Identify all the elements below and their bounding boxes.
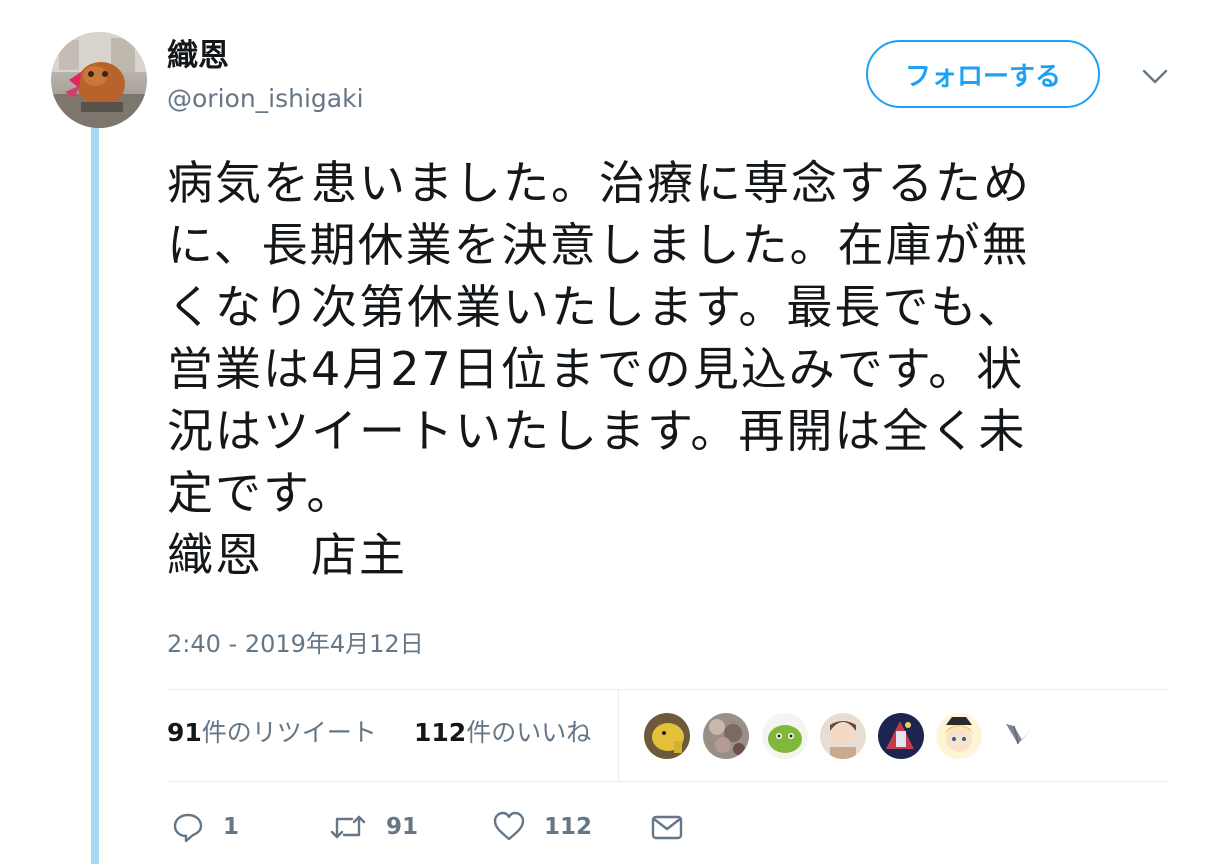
like-count: 112 — [544, 814, 593, 840]
screen-name[interactable]: @orion_ishigaki — [167, 83, 364, 115]
follow-button[interactable]: フォローする — [866, 40, 1100, 108]
liker-avatar[interactable] — [644, 713, 690, 759]
like-button[interactable]: 112 — [492, 805, 592, 849]
likes-stat[interactable]: 112件のいいね — [414, 716, 591, 750]
direct-message-button[interactable] — [650, 805, 684, 849]
liker-avatar[interactable] — [878, 713, 924, 759]
retweets-stat-count: 91 — [167, 718, 202, 747]
divider — [167, 781, 1169, 782]
liker-avatar[interactable] — [820, 713, 866, 759]
more-options-button[interactable] — [1138, 60, 1172, 94]
retweets-stat[interactable]: 91件のリツイート — [167, 716, 377, 750]
divider — [167, 689, 1169, 690]
liker-avatar[interactable] — [936, 713, 982, 759]
chevron-down-icon — [1142, 69, 1168, 84]
tweet-timestamp[interactable]: 2:40 - 2019年4月12日 — [167, 628, 424, 660]
heart-icon — [493, 811, 525, 841]
retweet-count: 91 — [386, 814, 419, 840]
tweet-text: 病気を患いました。治療に専念するため に、長期休業を決意しました。在庫が無 くな… — [167, 156, 1031, 582]
display-name[interactable]: 織恩 — [167, 36, 229, 76]
retweet-button[interactable]: 91 — [328, 805, 418, 849]
avatar[interactable] — [51, 32, 147, 128]
likes-stat-label: 件のいいね — [466, 718, 592, 747]
liker-avatar[interactable] — [762, 713, 808, 759]
tweet-page: 織恩 @orion_ishigaki フォローする 病気を患いました。治療に専念… — [0, 0, 1218, 864]
likes-stat-count: 112 — [414, 718, 467, 747]
envelope-icon — [651, 815, 683, 840]
retweets-stat-label: 件のリツイート — [201, 718, 377, 747]
reply-button[interactable]: 1 — [171, 805, 239, 849]
liker-avatar[interactable] — [1002, 718, 1036, 752]
liker-avatar[interactable] — [703, 713, 749, 759]
thread-line — [91, 128, 99, 864]
stats-separator — [618, 689, 619, 781]
reply-count: 1 — [223, 814, 240, 840]
reply-icon — [173, 813, 203, 843]
retweet-icon — [330, 815, 366, 839]
